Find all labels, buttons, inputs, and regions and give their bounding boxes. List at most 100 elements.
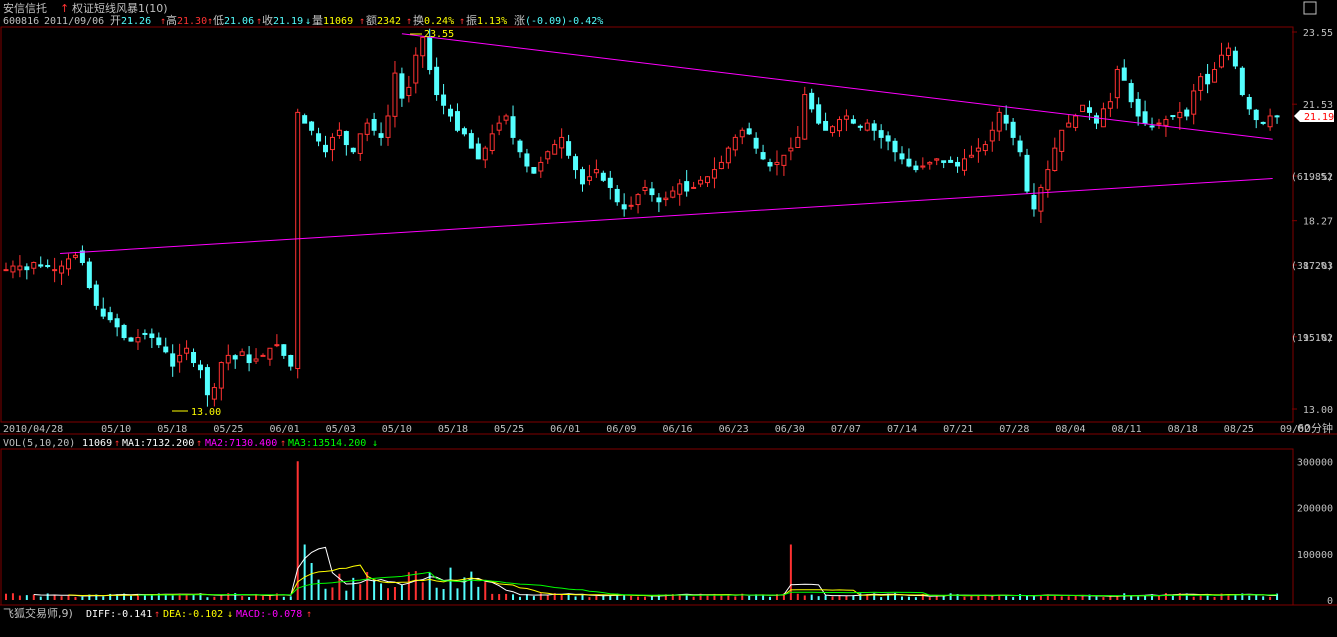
candle[interactable] xyxy=(329,133,335,162)
candle[interactable] xyxy=(93,280,99,310)
candle[interactable] xyxy=(579,166,585,192)
candle[interactable] xyxy=(802,86,808,140)
candle[interactable] xyxy=(600,170,606,182)
candle[interactable] xyxy=(302,113,308,124)
candle[interactable] xyxy=(343,130,349,156)
candle[interactable] xyxy=(1059,129,1065,161)
candle[interactable] xyxy=(170,344,176,377)
candle[interactable] xyxy=(281,344,287,359)
candle[interactable] xyxy=(774,150,780,176)
candle[interactable] xyxy=(184,340,190,361)
candle[interactable] xyxy=(864,119,870,132)
candle[interactable] xyxy=(503,113,509,125)
candle[interactable] xyxy=(670,186,676,199)
candle[interactable] xyxy=(461,126,467,137)
candle[interactable] xyxy=(1003,105,1009,131)
candle[interactable] xyxy=(38,256,44,269)
candle[interactable] xyxy=(684,170,690,197)
candle[interactable] xyxy=(225,344,231,371)
candle[interactable] xyxy=(385,104,391,146)
candle[interactable] xyxy=(968,145,974,159)
candle[interactable] xyxy=(17,255,23,278)
candle[interactable] xyxy=(482,145,488,169)
candle[interactable] xyxy=(753,132,759,154)
candle[interactable] xyxy=(336,122,342,139)
candle[interactable] xyxy=(1135,92,1141,126)
candle[interactable] xyxy=(31,261,37,275)
candle[interactable] xyxy=(204,364,210,407)
candle[interactable] xyxy=(10,260,16,279)
candle[interactable] xyxy=(274,334,280,348)
candle[interactable] xyxy=(836,116,842,137)
candle[interactable] xyxy=(586,164,592,186)
candle[interactable] xyxy=(711,157,717,189)
candle[interactable] xyxy=(135,329,141,350)
candle[interactable] xyxy=(316,127,322,147)
candle[interactable] xyxy=(934,158,940,166)
candle[interactable] xyxy=(677,179,683,206)
candle[interactable] xyxy=(746,122,752,136)
candle[interactable] xyxy=(1107,92,1113,117)
candle[interactable] xyxy=(350,147,356,155)
window-box-icon[interactable] xyxy=(1303,1,1317,15)
stock-chart[interactable]: 23.5521.5319.5218.2717.0315.0213.00(61.8… xyxy=(0,0,1337,637)
candle[interactable] xyxy=(177,343,183,373)
candle[interactable] xyxy=(552,139,558,155)
candle[interactable] xyxy=(371,112,377,136)
candle[interactable] xyxy=(996,107,1002,141)
candle[interactable] xyxy=(767,158,773,172)
candle[interactable] xyxy=(454,103,460,133)
candle[interactable] xyxy=(698,175,704,188)
candle[interactable] xyxy=(496,115,502,136)
candle[interactable] xyxy=(357,133,363,161)
candle[interactable] xyxy=(1017,135,1023,157)
candle[interactable] xyxy=(1253,108,1259,129)
candle[interactable] xyxy=(1156,118,1162,129)
candle[interactable] xyxy=(899,146,905,165)
candle[interactable] xyxy=(121,323,127,341)
candle[interactable] xyxy=(691,181,697,189)
candle[interactable] xyxy=(607,170,613,200)
candle[interactable] xyxy=(24,263,30,280)
candle[interactable] xyxy=(1121,59,1127,81)
candle[interactable] xyxy=(448,104,454,122)
candle[interactable] xyxy=(927,161,933,170)
candle[interactable] xyxy=(3,262,9,272)
candle[interactable] xyxy=(892,138,898,162)
candle[interactable] xyxy=(1031,183,1037,217)
candle[interactable] xyxy=(628,196,634,210)
candle[interactable] xyxy=(413,47,419,94)
candle[interactable] xyxy=(531,167,537,174)
timeframe-label[interactable]: 60分钟 xyxy=(1297,421,1333,435)
candle[interactable] xyxy=(656,193,662,213)
candle[interactable] xyxy=(1170,115,1176,120)
candle[interactable] xyxy=(1177,102,1183,130)
candle[interactable] xyxy=(253,348,259,364)
candle[interactable] xyxy=(378,122,384,146)
candle[interactable] xyxy=(1260,121,1266,126)
candle[interactable] xyxy=(517,139,523,158)
candle[interactable] xyxy=(725,146,731,169)
candle[interactable] xyxy=(545,150,551,164)
candle[interactable] xyxy=(218,361,224,401)
candle[interactable] xyxy=(246,346,252,372)
candle[interactable] xyxy=(566,134,572,159)
candle[interactable] xyxy=(788,137,794,161)
candle[interactable] xyxy=(941,160,947,169)
candle[interactable] xyxy=(79,245,85,266)
candle[interactable] xyxy=(288,354,294,371)
candle[interactable] xyxy=(878,124,884,149)
candle[interactable] xyxy=(705,176,711,187)
candle[interactable] xyxy=(663,191,669,207)
candle[interactable] xyxy=(593,159,599,178)
candle[interactable] xyxy=(635,192,641,214)
candle[interactable] xyxy=(475,137,481,160)
candle[interactable] xyxy=(1100,102,1106,128)
candle[interactable] xyxy=(975,138,981,163)
candle[interactable] xyxy=(982,140,988,156)
candle[interactable] xyxy=(489,124,495,155)
candle[interactable] xyxy=(191,348,197,368)
candle[interactable] xyxy=(718,155,724,170)
candle[interactable] xyxy=(267,347,273,366)
candle[interactable] xyxy=(1038,184,1044,224)
